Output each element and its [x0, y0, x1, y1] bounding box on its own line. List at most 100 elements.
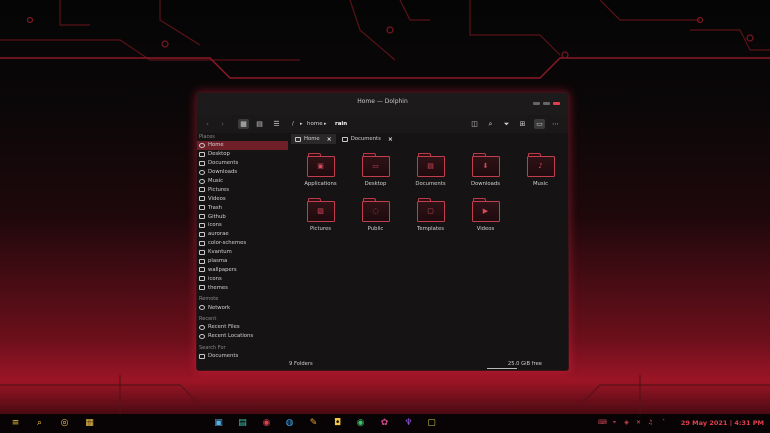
- editor-icon[interactable]: ✎: [308, 418, 319, 429]
- firefox-icon[interactable]: ◍: [284, 418, 295, 429]
- sidebar-item-network[interactable]: Network: [197, 303, 289, 312]
- sidebar-item-trash[interactable]: Trash: [197, 203, 289, 212]
- folder-icon: ▤: [416, 153, 445, 177]
- sidebar-item-label: aurorae: [208, 231, 229, 238]
- sidebar-item-icons[interactable]: icons: [197, 274, 289, 283]
- close-tab-icon[interactable]: ×: [327, 136, 332, 143]
- close-button[interactable]: [553, 102, 560, 105]
- sidebar-item-downloads[interactable]: Downloads: [197, 168, 289, 177]
- sidebar-item-recent-files[interactable]: Recent Files: [197, 323, 289, 332]
- file-view: Home × Documents × ▣ Applications ▭ Desktop…: [289, 133, 568, 370]
- folder-item[interactable]: ▶ Videos: [458, 198, 513, 232]
- sidebar-item-icons[interactable]: icons: [197, 221, 289, 230]
- folder-label: Downloads: [470, 181, 501, 187]
- tab-documents[interactable]: Documents ×: [338, 134, 397, 144]
- folder-icon: [199, 276, 205, 282]
- files-icon[interactable]: ▤: [237, 418, 248, 429]
- compact-view-icon[interactable]: ▤: [254, 119, 265, 129]
- sidebar-item-desktop[interactable]: Desktop: [197, 150, 289, 159]
- close-icon[interactable]: ✕: [635, 419, 642, 426]
- folder-icon: ▢: [416, 198, 445, 222]
- sidebar-item-documents[interactable]: Documents: [197, 159, 289, 168]
- spotify-icon[interactable]: ◉: [355, 418, 366, 429]
- folder-icon: [199, 222, 205, 228]
- minimize-button[interactable]: [533, 102, 540, 105]
- pictures-icon: ▨: [317, 207, 324, 215]
- filter-icon[interactable]: ⏷: [501, 119, 512, 129]
- breadcrumb-root[interactable]: /: [292, 121, 294, 127]
- folder-item[interactable]: ▣ Applications: [293, 153, 348, 187]
- details-view-icon[interactable]: ☰: [271, 119, 282, 129]
- sidebar-item-videos[interactable]: Videos: [197, 194, 289, 203]
- tab-home[interactable]: Home ×: [291, 134, 336, 144]
- close-tab-icon[interactable]: ×: [388, 136, 393, 143]
- folder-icon: [199, 231, 205, 237]
- music-icon: [199, 178, 205, 184]
- search-icon[interactable]: ⌕: [34, 418, 45, 429]
- sidebar-item-pictures[interactable]: Pictures: [197, 185, 289, 194]
- tab-bar: Home × Documents ×: [289, 133, 568, 145]
- public-icon: ◌: [372, 207, 379, 215]
- folder-item[interactable]: ▭ Desktop: [348, 153, 403, 187]
- forward-icon[interactable]: ›: [217, 119, 228, 129]
- free-space-bar: [487, 368, 517, 369]
- sidebar-item-themes[interactable]: themes: [197, 283, 289, 292]
- volume-icon[interactable]: ♫: [647, 419, 654, 426]
- folder-item[interactable]: ⬇ Downloads: [458, 153, 513, 187]
- sidebar-item-wallpapers[interactable]: wallpapers: [197, 265, 289, 274]
- store-icon[interactable]: ◘: [332, 418, 343, 429]
- icons-view-icon[interactable]: ▦: [238, 119, 249, 129]
- menu-icon[interactable]: ⋯: [550, 119, 561, 129]
- preview-icon[interactable]: ▭: [534, 119, 545, 129]
- sidebar-item-label: Pictures: [208, 186, 229, 193]
- sidebar-item-plasma[interactable]: plasma: [197, 257, 289, 266]
- videos-icon: [199, 196, 205, 202]
- maximize-button[interactable]: [543, 102, 550, 105]
- taskbar: ≡ ⌕ ◎ ▦ ▣ ▤ ◉ ◍ ✎ ◘ ◉ ✿ ♆ ▢ ⌨ ⌖ ◈ ✕ ♫ ˄ 29 May 2021 | 4:31…: [0, 414, 770, 433]
- sidebar-item-recent-locations[interactable]: Recent Locations: [197, 332, 289, 341]
- tab-label: Home: [304, 136, 320, 142]
- grid-icon[interactable]: ⊞: [517, 119, 528, 129]
- split-icon[interactable]: ◫: [469, 119, 480, 129]
- breadcrumb-current[interactable]: rain: [335, 121, 347, 127]
- dolphin-icon[interactable]: ▣: [213, 418, 224, 429]
- network-icon[interactable]: ◈: [623, 419, 630, 426]
- sidebar-item-label: Kvantum: [208, 249, 232, 256]
- sidebar-item-aurorae[interactable]: aurorae: [197, 230, 289, 239]
- sidebar-item-label: icons: [208, 222, 222, 229]
- keyboard-icon[interactable]: ⌨: [598, 419, 607, 426]
- chevron-up-icon[interactable]: ˄: [660, 419, 667, 426]
- title-bar[interactable]: Home — Dolphin: [197, 93, 568, 115]
- sidebar-item-label: Desktop: [208, 151, 230, 158]
- browser-icon[interactable]: ◉: [261, 418, 272, 429]
- location-icon[interactable]: ⌖: [611, 419, 618, 426]
- clock[interactable]: 29 May 2021 | 4:31 PM: [681, 419, 764, 427]
- circle-icon[interactable]: ◎: [59, 418, 70, 429]
- sidebar-item-github[interactable]: Github: [197, 212, 289, 221]
- applications-icon: ▣: [317, 162, 324, 170]
- sidebar-item-home[interactable]: Home: [197, 141, 288, 150]
- terminal-icon[interactable]: ▢: [426, 418, 437, 429]
- folder-item[interactable]: ▤ Documents: [403, 153, 458, 187]
- folder-item[interactable]: ◌ Public: [348, 198, 403, 232]
- vpn-icon[interactable]: ♆: [403, 418, 414, 429]
- trash-icon: [199, 205, 205, 211]
- documents-icon: [199, 160, 205, 166]
- sidebar-item-kvantum[interactable]: Kvantum: [197, 248, 289, 257]
- sidebar-item-music[interactable]: Music: [197, 177, 289, 186]
- folder-item[interactable]: ▢ Templates: [403, 198, 458, 232]
- sidebar-item-color-schemes[interactable]: color-schemes: [197, 239, 289, 248]
- folder-item[interactable]: ▨ Pictures: [293, 198, 348, 232]
- home-icon: [199, 142, 205, 148]
- tiling-icon[interactable]: ▦: [84, 418, 95, 429]
- breadcrumb-home[interactable]: home: [307, 121, 323, 127]
- folder-icon: ♪: [526, 153, 555, 177]
- sidebar-item-label: icons: [208, 275, 222, 282]
- search-icon[interactable]: ⌕: [485, 119, 496, 129]
- back-icon[interactable]: ‹: [202, 119, 213, 129]
- window-title: Home — Dolphin: [357, 98, 408, 105]
- desktop-icon: ▭: [372, 162, 379, 170]
- folder-item[interactable]: ♪ Music: [513, 153, 568, 187]
- app-launcher-icon[interactable]: ≡: [10, 418, 21, 429]
- settings-icon[interactable]: ✿: [379, 418, 390, 429]
